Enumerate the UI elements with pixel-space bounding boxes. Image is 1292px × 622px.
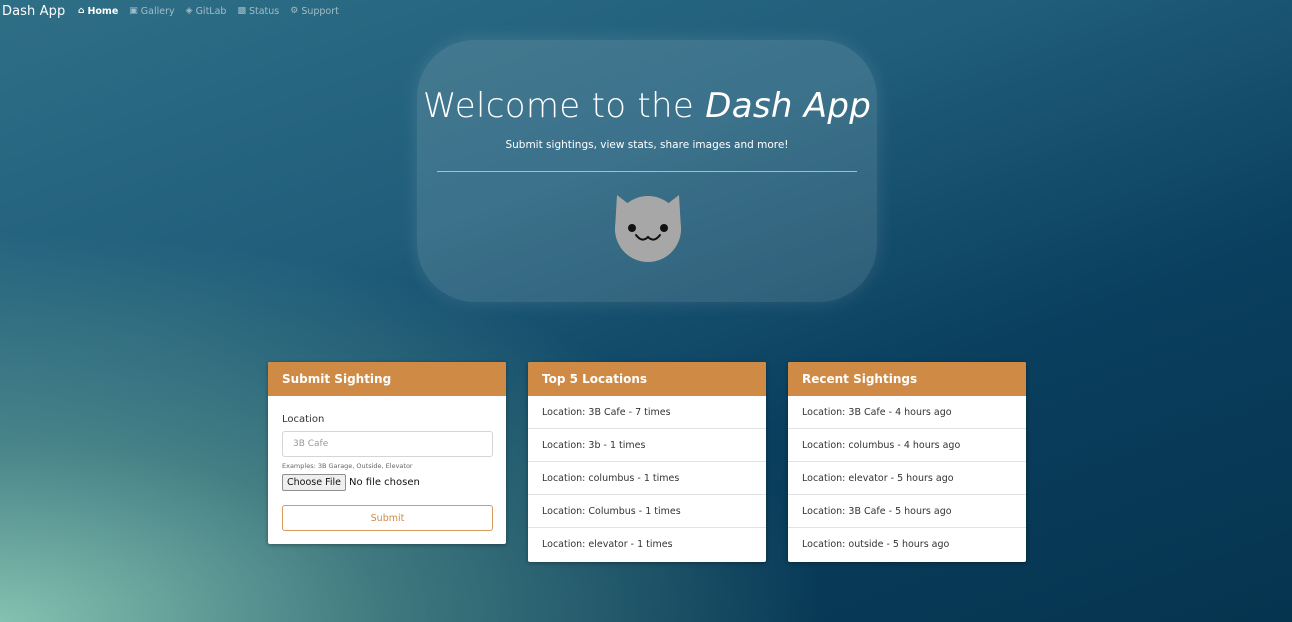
list-item: Location: 3B Cafe - 4 hours ago <box>788 396 1026 429</box>
hero-title: Welcome to the Dash App <box>417 86 877 126</box>
list-item: Location: columbus - 1 times <box>528 462 766 495</box>
nav-item-label: Home <box>87 6 119 17</box>
list-item: Location: columbus - 4 hours ago <box>788 429 1026 462</box>
nav-item-gallery[interactable]: ▣ Gallery <box>129 6 174 17</box>
brand-link[interactable]: Dash App <box>2 4 65 19</box>
list-item: Location: 3b - 1 times <box>528 429 766 462</box>
nav-item-label: GitLab <box>195 6 227 17</box>
hero-jumbotron: Welcome to the Dash App Submit sightings… <box>417 40 877 302</box>
card-title: Top 5 Locations <box>528 362 766 396</box>
list-item: Location: 3B Cafe - 5 hours ago <box>788 495 1026 528</box>
location-label: Location <box>282 414 325 425</box>
image-icon: ▣ <box>129 6 138 16</box>
nav-item-status[interactable]: ▩ Status <box>237 6 279 17</box>
hero-title-prefix: Welcome to the <box>422 86 706 126</box>
file-status: No file chosen <box>349 477 420 488</box>
hero-divider <box>437 171 857 172</box>
chart-icon: ▩ <box>237 6 246 16</box>
choose-file-button[interactable]: Choose File <box>282 474 346 491</box>
recent-sightings-list: Location: 3B Cafe - 4 hours ago Location… <box>788 396 1026 562</box>
home-icon: ⌂ <box>78 6 85 16</box>
nav-item-home[interactable]: ⌂ Home <box>78 6 118 17</box>
sighting-form: Location Examples: 3B Garage, Outside, E… <box>268 396 506 544</box>
nav-item-label: Gallery <box>140 6 175 17</box>
file-upload: Choose File No file chosen <box>282 474 420 491</box>
submit-sighting-card: Submit Sighting Location Examples: 3B Ga… <box>268 362 506 544</box>
recent-sightings-card: Recent Sightings Location: 3B Cafe - 4 h… <box>788 362 1026 562</box>
top-locations-card: Top 5 Locations Location: 3B Cafe - 7 ti… <box>528 362 766 562</box>
nav-item-label: Support <box>301 6 339 17</box>
list-item: Location: elevator - 5 hours ago <box>788 462 1026 495</box>
card-title: Recent Sightings <box>788 362 1026 396</box>
submit-button[interactable]: Submit <box>282 505 493 531</box>
nav-item-gitlab[interactable]: ◈ GitLab <box>186 6 227 17</box>
nav-links: ⌂ Home ▣ Gallery ◈ GitLab ▩ Status ⚙ Sup… <box>78 6 339 17</box>
top-locations-list: Location: 3B Cafe - 7 times Location: 3b… <box>528 396 766 562</box>
cat-icon <box>615 195 681 262</box>
location-input[interactable] <box>282 431 493 457</box>
list-item: Location: Columbus - 1 times <box>528 495 766 528</box>
navbar: Dash App ⌂ Home ▣ Gallery ◈ GitLab ▩ Sta… <box>0 0 1292 26</box>
nav-item-support[interactable]: ⚙ Support <box>290 6 339 17</box>
list-item: Location: outside - 5 hours ago <box>802 539 950 550</box>
gear-icon: ⚙ <box>290 6 299 16</box>
card-title: Submit Sighting <box>268 362 506 396</box>
list-item: Location: elevator - 1 times <box>542 539 673 550</box>
nav-item-label: Status <box>248 6 280 17</box>
gitlab-icon: ◈ <box>185 6 193 16</box>
list-item: Location: 3B Cafe - 7 times <box>528 396 766 429</box>
hero-title-emphasis: Dash App <box>705 86 872 126</box>
hero-subtitle: Submit sightings, view stats, share imag… <box>505 139 789 151</box>
location-help-text: Examples: 3B Garage, Outside, Elevator <box>282 462 413 470</box>
